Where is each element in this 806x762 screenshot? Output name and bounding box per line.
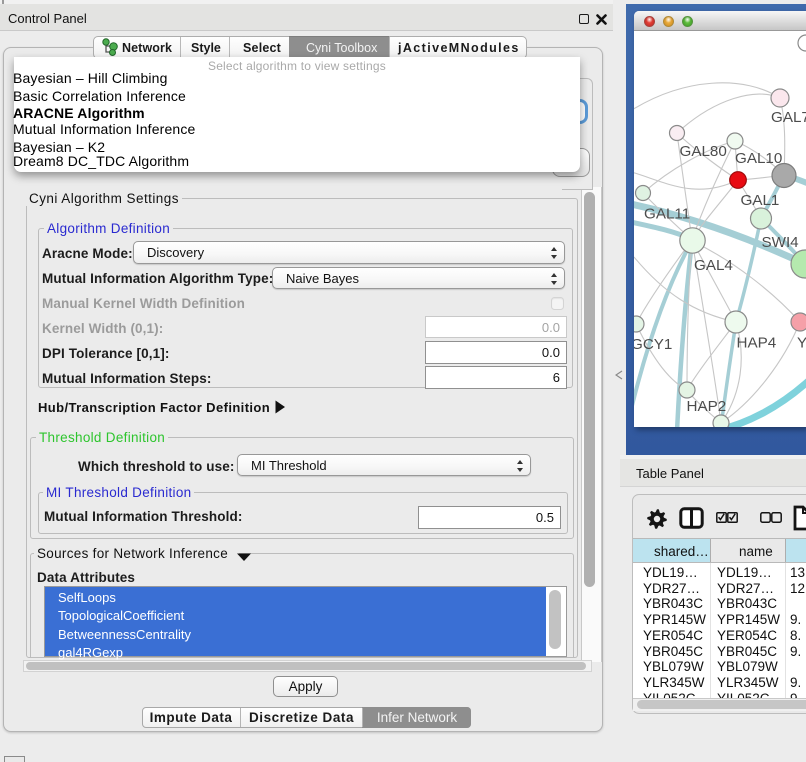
svg-text:GAL7: GAL7: [771, 109, 806, 126]
svg-text:GCY1: GCY1: [634, 336, 672, 353]
svg-text:Y: Y: [797, 335, 806, 352]
svg-text:GAL80: GAL80: [680, 143, 727, 160]
svg-text:HAP2: HAP2: [687, 398, 727, 415]
svg-text:GAL4: GAL4: [694, 257, 733, 274]
svg-text:SWI4: SWI4: [762, 234, 799, 251]
svg-text:GAL11: GAL11: [644, 206, 690, 223]
svg-text:GAL1: GAL1: [741, 192, 780, 209]
svg-text:HAP4: HAP4: [737, 335, 777, 352]
svg-text:GAL10: GAL10: [735, 150, 782, 167]
